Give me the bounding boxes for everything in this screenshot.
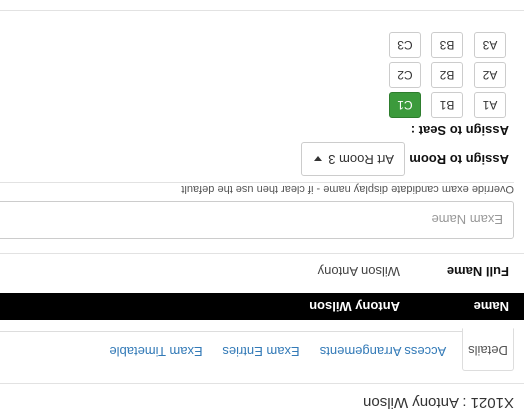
name-label: Name <box>473 299 509 314</box>
room-select[interactable]: Art Room 3 <box>301 142 405 176</box>
assign-seat-label: Assign to Seat : <box>410 123 509 138</box>
bottom-divider <box>0 10 524 11</box>
tab-exam-timetable[interactable]: Exam Timetable <box>106 331 206 371</box>
full-name-label: Full Name <box>446 264 509 279</box>
seat-b3[interactable]: B3 <box>431 32 463 58</box>
room-select-value: Art Room 3 <box>328 152 394 167</box>
name-value: Antony Wilson <box>309 299 400 314</box>
seat-c3[interactable]: C3 <box>389 32 421 58</box>
full-name-divider <box>0 253 524 254</box>
seat-c1[interactable]: C1 <box>389 92 421 118</box>
tab-details[interactable]: Details <box>462 328 514 371</box>
seat-a3[interactable]: A3 <box>474 32 506 58</box>
exam-name-input[interactable] <box>13 202 513 238</box>
exam-name-field[interactable] <box>0 201 514 239</box>
room-divider <box>0 182 514 183</box>
tab-exam-entries[interactable]: Exam Entries <box>220 331 302 371</box>
seat-c2[interactable]: C2 <box>389 62 421 88</box>
caret-down-icon <box>314 155 323 161</box>
name-header-row: Name Antony Wilson <box>0 293 524 320</box>
seat-b2[interactable]: B2 <box>431 62 463 88</box>
tab-bar: Details Access Arrangements Exam Entries… <box>0 328 514 371</box>
tab-access-arrangements[interactable]: Access Arrangements <box>316 331 450 371</box>
override-hint-text: Override exam candidate display name - i… <box>181 183 514 195</box>
seat-a2[interactable]: A2 <box>474 62 506 88</box>
page-title: X1021 : Antony Wilson <box>363 394 514 411</box>
full-name-value: Wilson Antony <box>317 264 400 279</box>
candidate-details-page: X1021 : Antony Wilson Details Access Arr… <box>0 0 524 416</box>
title-divider <box>0 383 524 384</box>
seat-b1[interactable]: B1 <box>431 92 463 118</box>
seat-a1[interactable]: A1 <box>474 92 506 118</box>
assign-room-label: Assign to Room : <box>401 152 509 167</box>
